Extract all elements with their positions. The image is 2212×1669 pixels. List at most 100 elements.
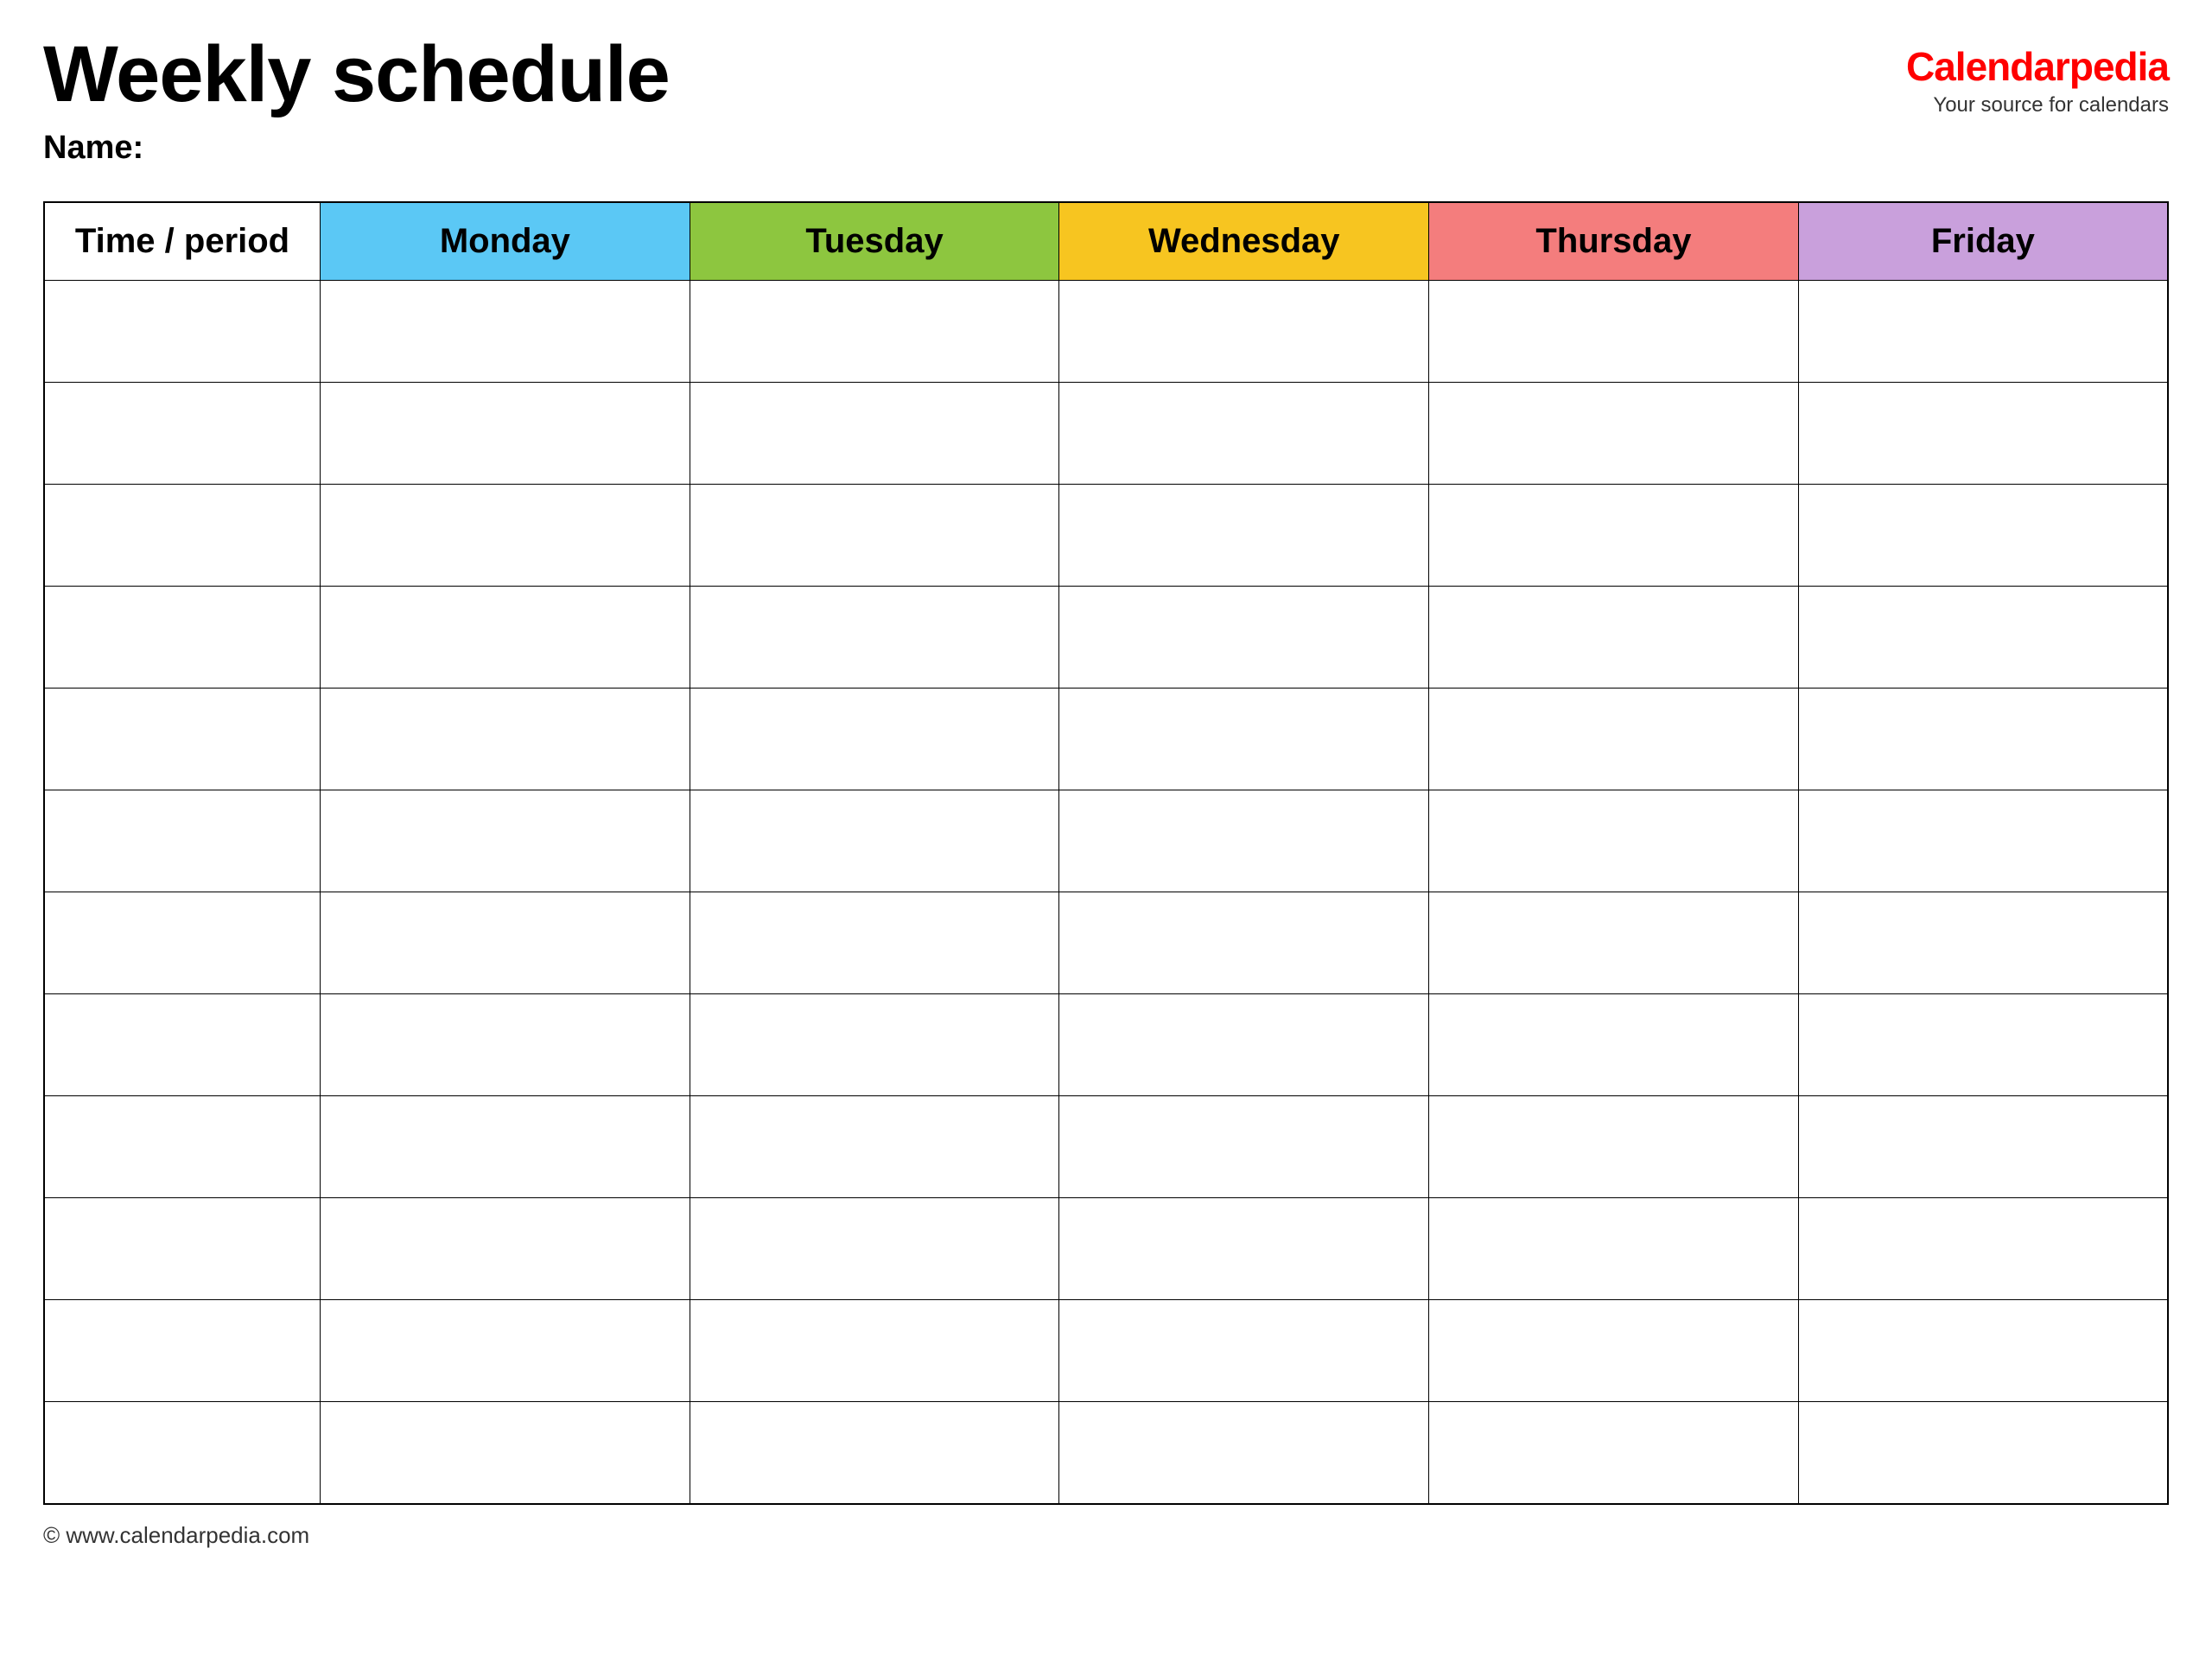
cell-row4-col1[interactable] bbox=[321, 689, 690, 790]
cell-row9-col2[interactable] bbox=[690, 1198, 1059, 1300]
cell-row7-col3[interactable] bbox=[1059, 994, 1429, 1096]
cell-row2-col1[interactable] bbox=[321, 485, 690, 587]
cell-row5-col4[interactable] bbox=[1429, 790, 1799, 892]
table-header-row: Time / period Monday Tuesday Wednesday T… bbox=[44, 202, 2168, 281]
cell-row10-col5[interactable] bbox=[1798, 1300, 2168, 1402]
cell-row7-col4[interactable] bbox=[1429, 994, 1799, 1096]
col-header-monday: Monday bbox=[321, 202, 690, 281]
col-header-wednesday: Wednesday bbox=[1059, 202, 1429, 281]
cell-row5-col0[interactable] bbox=[44, 790, 321, 892]
cell-row6-col0[interactable] bbox=[44, 892, 321, 994]
cell-row10-col2[interactable] bbox=[690, 1300, 1059, 1402]
cell-row0-col2[interactable] bbox=[690, 281, 1059, 383]
cell-row9-col4[interactable] bbox=[1429, 1198, 1799, 1300]
cell-row6-col2[interactable] bbox=[690, 892, 1059, 994]
cell-row0-col5[interactable] bbox=[1798, 281, 2168, 383]
cell-row11-col3[interactable] bbox=[1059, 1402, 1429, 1504]
cell-row0-col4[interactable] bbox=[1429, 281, 1799, 383]
table-row bbox=[44, 1198, 2168, 1300]
cell-row4-col0[interactable] bbox=[44, 689, 321, 790]
cell-row7-col5[interactable] bbox=[1798, 994, 2168, 1096]
cell-row3-col4[interactable] bbox=[1429, 587, 1799, 689]
footer: © www.calendarpedia.com bbox=[43, 1522, 2169, 1549]
logo-accent: pedia bbox=[2069, 44, 2169, 89]
cell-row9-col5[interactable] bbox=[1798, 1198, 2168, 1300]
cell-row7-col1[interactable] bbox=[321, 994, 690, 1096]
cell-row11-col1[interactable] bbox=[321, 1402, 690, 1504]
cell-row5-col3[interactable] bbox=[1059, 790, 1429, 892]
cell-row2-col2[interactable] bbox=[690, 485, 1059, 587]
col-header-thursday: Thursday bbox=[1429, 202, 1799, 281]
cell-row9-col0[interactable] bbox=[44, 1198, 321, 1300]
cell-row11-col5[interactable] bbox=[1798, 1402, 2168, 1504]
table-row bbox=[44, 281, 2168, 383]
cell-row9-col1[interactable] bbox=[321, 1198, 690, 1300]
cell-row10-col1[interactable] bbox=[321, 1300, 690, 1402]
cell-row8-col2[interactable] bbox=[690, 1096, 1059, 1198]
cell-row5-col2[interactable] bbox=[690, 790, 1059, 892]
cell-row1-col0[interactable] bbox=[44, 383, 321, 485]
table-row bbox=[44, 1402, 2168, 1504]
cell-row1-col1[interactable] bbox=[321, 383, 690, 485]
table-row bbox=[44, 383, 2168, 485]
cell-row3-col5[interactable] bbox=[1798, 587, 2168, 689]
cell-row4-col2[interactable] bbox=[690, 689, 1059, 790]
footer-url: © www.calendarpedia.com bbox=[43, 1522, 309, 1548]
cell-row6-col5[interactable] bbox=[1798, 892, 2168, 994]
cell-row11-col4[interactable] bbox=[1429, 1402, 1799, 1504]
col-header-friday: Friday bbox=[1798, 202, 2168, 281]
name-label: Name: bbox=[43, 130, 670, 167]
cell-row8-col3[interactable] bbox=[1059, 1096, 1429, 1198]
cell-row10-col3[interactable] bbox=[1059, 1300, 1429, 1402]
cell-row1-col5[interactable] bbox=[1798, 383, 2168, 485]
table-row bbox=[44, 689, 2168, 790]
cell-row11-col2[interactable] bbox=[690, 1402, 1059, 1504]
cell-row3-col0[interactable] bbox=[44, 587, 321, 689]
cell-row4-col4[interactable] bbox=[1429, 689, 1799, 790]
cell-row2-col3[interactable] bbox=[1059, 485, 1429, 587]
cell-row8-col0[interactable] bbox=[44, 1096, 321, 1198]
cell-row6-col1[interactable] bbox=[321, 892, 690, 994]
cell-row5-col5[interactable] bbox=[1798, 790, 2168, 892]
cell-row0-col3[interactable] bbox=[1059, 281, 1429, 383]
cell-row1-col3[interactable] bbox=[1059, 383, 1429, 485]
table-row bbox=[44, 1096, 2168, 1198]
logo-tagline: Your source for calendars bbox=[1933, 93, 2169, 117]
cell-row9-col3[interactable] bbox=[1059, 1198, 1429, 1300]
col-header-tuesday: Tuesday bbox=[690, 202, 1059, 281]
cell-row3-col3[interactable] bbox=[1059, 587, 1429, 689]
table-row bbox=[44, 790, 2168, 892]
cell-row11-col0[interactable] bbox=[44, 1402, 321, 1504]
cell-row10-col0[interactable] bbox=[44, 1300, 321, 1402]
cell-row4-col5[interactable] bbox=[1798, 689, 2168, 790]
col-header-time: Time / period bbox=[44, 202, 321, 281]
cell-row1-col2[interactable] bbox=[690, 383, 1059, 485]
table-row bbox=[44, 892, 2168, 994]
cell-row6-col3[interactable] bbox=[1059, 892, 1429, 994]
schedule-table: Time / period Monday Tuesday Wednesday T… bbox=[43, 201, 2169, 1505]
cell-row7-col2[interactable] bbox=[690, 994, 1059, 1096]
logo-text: Calendarpedia bbox=[1906, 43, 2169, 90]
cell-row1-col4[interactable] bbox=[1429, 383, 1799, 485]
cell-row2-col4[interactable] bbox=[1429, 485, 1799, 587]
cell-row5-col1[interactable] bbox=[321, 790, 690, 892]
cell-row0-col1[interactable] bbox=[321, 281, 690, 383]
cell-row2-col5[interactable] bbox=[1798, 485, 2168, 587]
cell-row8-col5[interactable] bbox=[1798, 1096, 2168, 1198]
table-row bbox=[44, 587, 2168, 689]
cell-row0-col0[interactable] bbox=[44, 281, 321, 383]
table-row bbox=[44, 994, 2168, 1096]
cell-row3-col2[interactable] bbox=[690, 587, 1059, 689]
cell-row7-col0[interactable] bbox=[44, 994, 321, 1096]
page-title: Weekly schedule bbox=[43, 35, 670, 114]
cell-row8-col4[interactable] bbox=[1429, 1096, 1799, 1198]
cell-row6-col4[interactable] bbox=[1429, 892, 1799, 994]
title-area: Weekly schedule Name: bbox=[43, 35, 670, 167]
cell-row4-col3[interactable] bbox=[1059, 689, 1429, 790]
logo-main: Calendar bbox=[1906, 44, 2069, 89]
cell-row3-col1[interactable] bbox=[321, 587, 690, 689]
cell-row10-col4[interactable] bbox=[1429, 1300, 1799, 1402]
cell-row2-col0[interactable] bbox=[44, 485, 321, 587]
table-row bbox=[44, 485, 2168, 587]
cell-row8-col1[interactable] bbox=[321, 1096, 690, 1198]
